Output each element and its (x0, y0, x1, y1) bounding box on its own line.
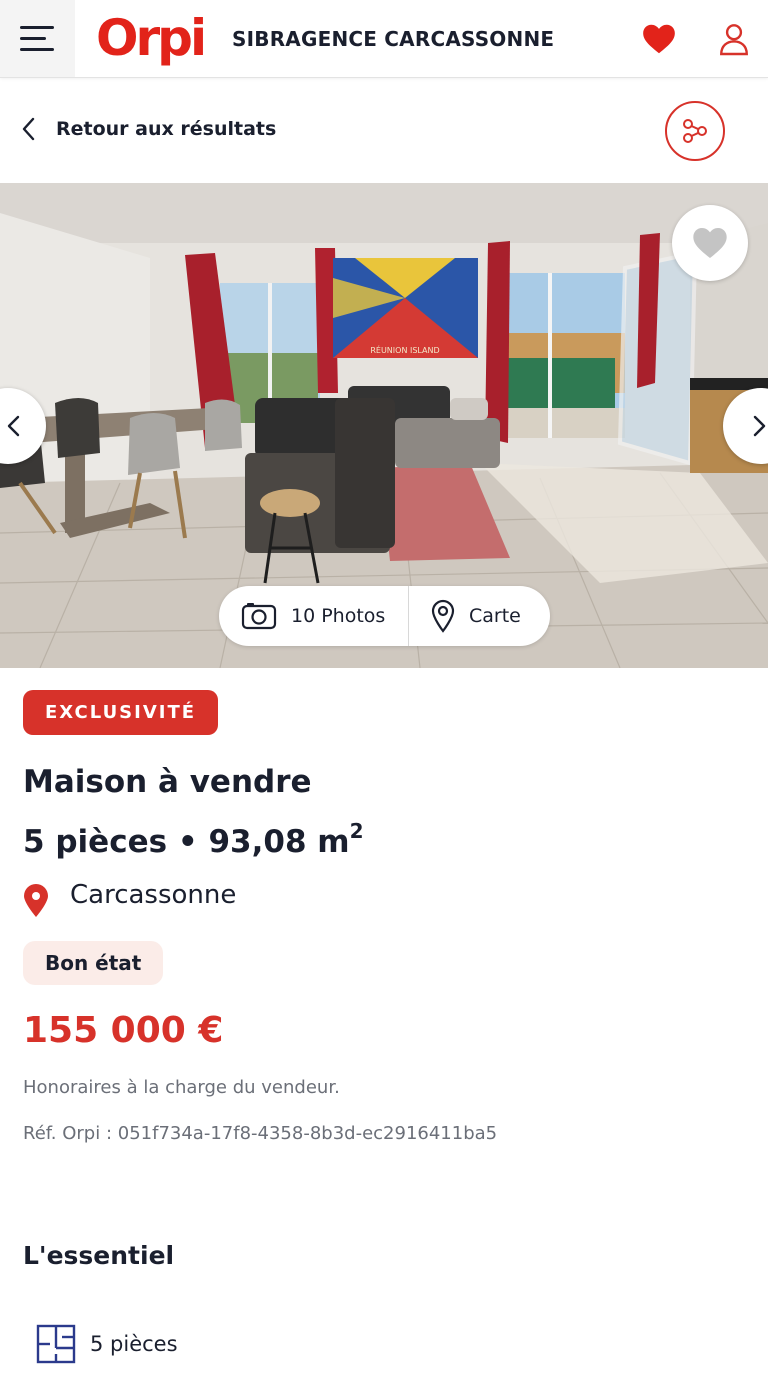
exclusivity-badge: EXCLUSIVITÉ (23, 690, 219, 735)
listing-title: Maison à vendre (23, 764, 312, 800)
listing-rooms-area: 5 pièces • 93,08 m2 (23, 810, 364, 863)
hamburger-menu-icon (20, 26, 54, 29)
heart-outline-icon (693, 228, 727, 258)
condition-tag: Bon état (23, 941, 164, 985)
map-button[interactable]: Carte (409, 586, 521, 646)
chevron-left-icon (7, 415, 20, 437)
agency-name: SIBRAGENCE CARCASSONNE (232, 27, 555, 51)
add-favorite-button[interactable] (672, 205, 748, 281)
rooms-area-text: 5 pièces • 93,08 m (23, 824, 350, 860)
share-icon (683, 119, 707, 143)
location-pin-icon (24, 884, 48, 917)
photos-button[interactable]: 10 Photos (219, 586, 409, 646)
listing-reference: Réf. Orpi : 051f734a-17f8-4358-8b3d-ec29… (23, 1123, 498, 1144)
camera-icon (241, 603, 277, 630)
share-button[interactable] (665, 101, 725, 161)
photos-label: 10 Photos (291, 605, 386, 627)
listing-price: 155 000 € (23, 1010, 224, 1051)
user-icon[interactable] (716, 20, 752, 58)
menu-button[interactable] (0, 0, 75, 77)
flag-text: RÉUNION ISLAND (370, 344, 439, 355)
area-unit-exponent: 2 (349, 819, 364, 843)
essentials-title: L'essentiel (23, 1241, 175, 1270)
brand-logo[interactable]: Orpi (96, 6, 207, 70)
listing-location: Carcassonne (70, 880, 237, 910)
chevron-left-icon (22, 117, 35, 141)
gallery-actions: 10 Photos Carte (219, 586, 550, 646)
back-to-results-link[interactable]: Retour aux résultats (20, 116, 276, 142)
map-pin-icon (431, 599, 455, 633)
chevron-right-icon (753, 415, 766, 437)
fees-note: Honoraires à la charge du vendeur. (23, 1077, 340, 1098)
floor-plan-icon (36, 1324, 76, 1364)
back-label: Retour aux résultats (56, 118, 277, 140)
map-label: Carte (469, 605, 521, 627)
essential-item-rooms: 5 pièces (36, 1324, 178, 1364)
essential-item-label: 5 pièces (90, 1332, 178, 1356)
heart-icon[interactable] (640, 20, 678, 58)
top-header: Orpi SIBRAGENCE CARCASSONNE (0, 0, 768, 78)
